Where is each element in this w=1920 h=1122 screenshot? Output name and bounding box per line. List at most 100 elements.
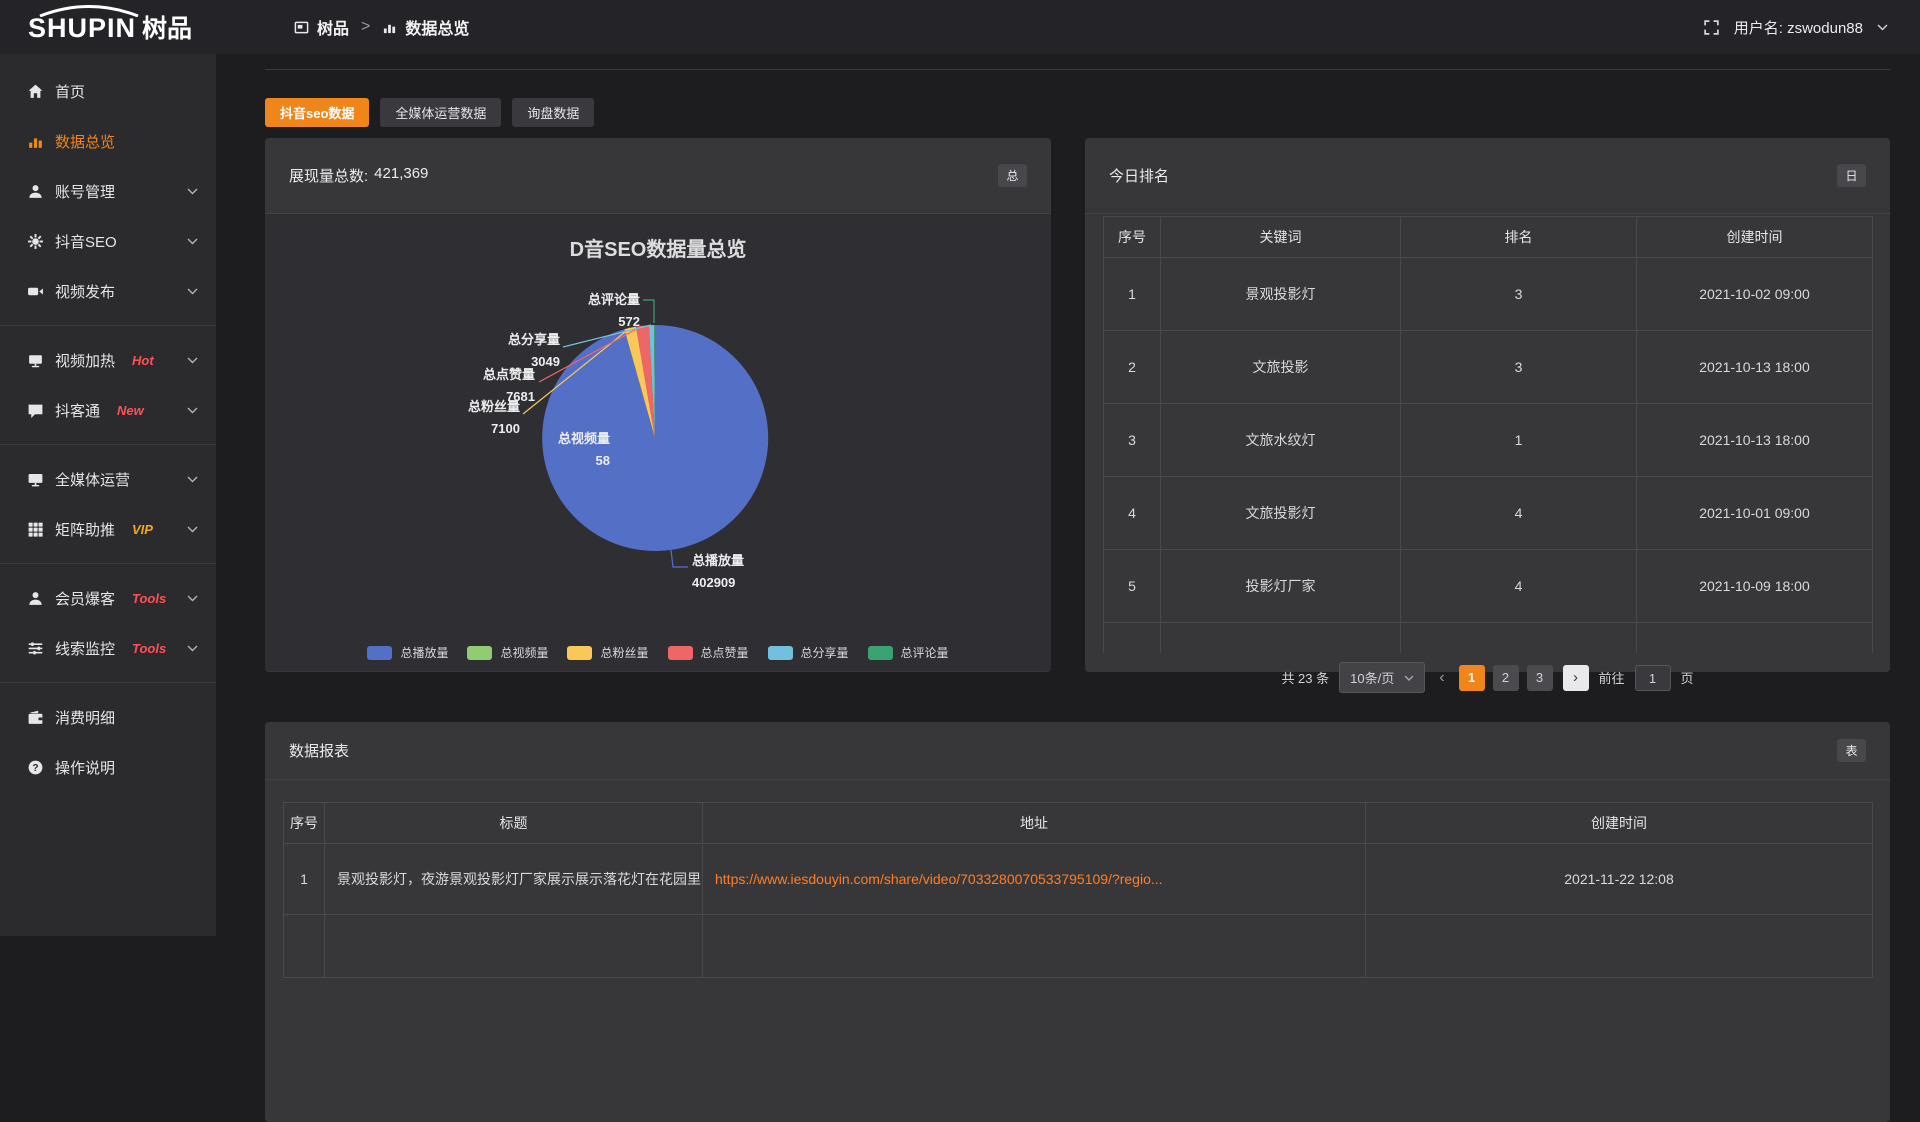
report-empty-row bbox=[284, 915, 1873, 978]
legend-item-4[interactable]: 总点赞量 bbox=[668, 644, 749, 661]
legend-item-5[interactable]: 总分享量 bbox=[768, 644, 849, 661]
table-badge-button[interactable]: 表 bbox=[1837, 739, 1866, 762]
ranking-cell: 2021-10-13 18:00 bbox=[1637, 331, 1873, 404]
username[interactable]: 用户名: zswodun88 bbox=[1734, 17, 1863, 38]
pie-chart-svg: D音SEO数据量总览总播放量402909总视频量58总粉丝量7100总点赞量76… bbox=[265, 214, 1051, 671]
day-badge-button[interactable]: 日 bbox=[1837, 164, 1866, 187]
sidebar-item-video[interactable]: 视频发布 bbox=[0, 266, 216, 316]
next-page-button[interactable]: › bbox=[1563, 665, 1589, 691]
ranking-cell: 1 bbox=[1401, 404, 1637, 477]
sidebar-item-label: 抖客通 bbox=[55, 400, 100, 421]
chart-icon bbox=[27, 133, 44, 150]
ranking-table-row[interactable]: 1景观投影灯32021-10-02 09:00 bbox=[1104, 258, 1873, 331]
sidebar-item-label: 首页 bbox=[55, 81, 85, 102]
legend-swatch bbox=[668, 646, 693, 660]
pie-label-value: 572 bbox=[618, 314, 640, 329]
chevron-down-icon[interactable] bbox=[187, 595, 198, 602]
user-chevron-down-icon[interactable] bbox=[1877, 24, 1888, 31]
select-chevron-down-icon bbox=[1404, 675, 1414, 681]
sidebar-item-chart[interactable]: 数据总览 bbox=[0, 116, 216, 166]
ranking-table-row[interactable]: 2文旅投影32021-10-13 18:00 bbox=[1104, 331, 1873, 404]
legend-item-3[interactable]: 总粉丝量 bbox=[567, 644, 648, 661]
sidebar-item-label: 线索监控 bbox=[55, 638, 115, 659]
tab-2[interactable]: 全媒体运营数据 bbox=[380, 98, 501, 127]
page-button-1[interactable]: 1 bbox=[1459, 665, 1485, 691]
header-right: 用户名: zswodun88 bbox=[1703, 17, 1920, 38]
tab-1[interactable]: 抖音seo数据 bbox=[265, 98, 369, 127]
ranking-column-header: 关键词 bbox=[1161, 217, 1401, 258]
pagination-total: 共 23 条 bbox=[1281, 668, 1329, 687]
ranking-table-row[interactable]: 4文旅投影灯42021-10-01 09:00 bbox=[1104, 477, 1873, 550]
ranking-table-row[interactable]: 5投影灯厂家42021-10-09 18:00 bbox=[1104, 550, 1873, 623]
chevron-down-icon[interactable] bbox=[187, 476, 198, 483]
sidebar-item-label: 视频发布 bbox=[55, 281, 115, 302]
ranking-column-header: 创建时间 bbox=[1637, 217, 1873, 258]
report-link[interactable]: https://www.iesdouyin.com/share/video/70… bbox=[703, 844, 1366, 915]
breadcrumb-current: 数据总览 bbox=[405, 15, 469, 39]
pie-label-value: 7681 bbox=[506, 389, 535, 404]
sidebar-item-help[interactable]: ?操作说明 bbox=[0, 742, 216, 792]
pie-label-leader bbox=[671, 550, 688, 567]
data-report-panel: 数据报表 表 序号标题地址创建时间1景观投影灯，夜游景观投影灯厂家展示展示落花灯… bbox=[265, 722, 1890, 1122]
report-column-header: 创建时间 bbox=[1366, 803, 1873, 844]
sidebar-item-chat[interactable]: 抖客通 New bbox=[0, 385, 216, 435]
today-ranking-panel: 今日排名 日 序号关键词排名创建时间1景观投影灯32021-10-02 09:0… bbox=[1085, 138, 1890, 672]
page-size-select[interactable]: 10条/页 bbox=[1339, 662, 1425, 693]
chevron-down-icon[interactable] bbox=[187, 357, 198, 364]
legend-label: 总视频量 bbox=[500, 644, 548, 661]
sidebar-item-home[interactable]: 首页 bbox=[0, 66, 216, 116]
report-panel-header: 数据报表 表 bbox=[265, 722, 1890, 780]
sidebar-item-wallet[interactable]: 消费明细 bbox=[0, 692, 216, 742]
legend-label: 总评论量 bbox=[901, 644, 949, 661]
chevron-down-icon[interactable] bbox=[187, 188, 198, 195]
page-button-3[interactable]: 3 bbox=[1527, 665, 1553, 691]
ranking-cell: 3 bbox=[1104, 404, 1161, 477]
sidebar-item-member[interactable]: 会员爆客Tools bbox=[0, 573, 216, 623]
chevron-down-icon[interactable] bbox=[187, 526, 198, 533]
sidebar-item-label: 数据总览 bbox=[55, 131, 115, 152]
chevron-down-icon[interactable] bbox=[187, 238, 198, 245]
sidebar-item-badge: Tools bbox=[132, 641, 166, 656]
sidebar-divider bbox=[0, 325, 216, 326]
prev-page-button[interactable]: ‹ bbox=[1435, 669, 1448, 687]
fullscreen-icon[interactable] bbox=[1703, 19, 1720, 36]
legend-swatch bbox=[868, 646, 893, 660]
sidebar-item-screen[interactable]: 视频加热Hot bbox=[0, 335, 216, 385]
sidebar-item-badge: Hot bbox=[132, 353, 154, 368]
page-button-2[interactable]: 2 bbox=[1493, 665, 1519, 691]
ranking-cell: 2021-10-01 09:00 bbox=[1637, 477, 1873, 550]
sidebar-item-sliders[interactable]: 线索监控 Tools bbox=[0, 623, 216, 673]
ranking-table-area: 序号关键词排名创建时间1景观投影灯32021-10-02 09:002文旅投影3… bbox=[1085, 214, 1890, 693]
user-icon bbox=[27, 183, 44, 200]
tab-3[interactable]: 询盘数据 bbox=[512, 98, 594, 127]
jump-page-input[interactable]: 1 bbox=[1635, 665, 1671, 691]
chart-panel-header: 展现量总数: 421,369 总 bbox=[265, 138, 1051, 214]
legend-item-1[interactable]: 总播放量 bbox=[367, 644, 448, 661]
app-window-icon bbox=[294, 20, 309, 35]
sidebar-item-gear[interactable]: 抖音SEO bbox=[0, 216, 216, 266]
sidebar-item-label: 操作说明 bbox=[55, 757, 115, 778]
sidebar-item-user[interactable]: 账号管理 bbox=[0, 166, 216, 216]
chevron-down-icon[interactable] bbox=[187, 645, 198, 652]
breadcrumb-root[interactable]: 树品 bbox=[317, 15, 349, 39]
legend-item-2[interactable]: 总视频量 bbox=[467, 644, 548, 661]
sidebar-item-monitor[interactable]: 全媒体运营 bbox=[0, 454, 216, 504]
chart-legend: 总播放量 总视频量 总粉丝量 总点赞量 总分享量 总评论量 bbox=[265, 644, 1051, 661]
report-column-header: 地址 bbox=[703, 803, 1366, 844]
sidebar-item-grid[interactable]: 矩阵助推VIP bbox=[0, 504, 216, 554]
ranking-cell: 文旅投影 bbox=[1161, 331, 1401, 404]
data-tabs: 抖音seo数据全媒体运营数据询盘数据 bbox=[265, 98, 594, 127]
jump-prefix: 前往 bbox=[1599, 668, 1625, 687]
chevron-down-icon[interactable] bbox=[187, 407, 198, 414]
legend-item-6[interactable]: 总评论量 bbox=[868, 644, 949, 661]
sidebar-item-label: 全媒体运营 bbox=[55, 469, 130, 490]
screen-icon bbox=[27, 352, 44, 369]
header-divider bbox=[265, 69, 1890, 70]
sidebar-item-badge: New bbox=[117, 403, 144, 418]
total-badge-button[interactable]: 总 bbox=[998, 164, 1027, 187]
chevron-down-icon[interactable] bbox=[187, 288, 198, 295]
ranking-table-row[interactable]: 3文旅水纹灯12021-10-13 18:00 bbox=[1104, 404, 1873, 477]
bar-chart-icon bbox=[382, 20, 397, 35]
ranking-cell: 4 bbox=[1401, 550, 1637, 623]
chart-title: D音SEO数据量总览 bbox=[570, 237, 747, 261]
